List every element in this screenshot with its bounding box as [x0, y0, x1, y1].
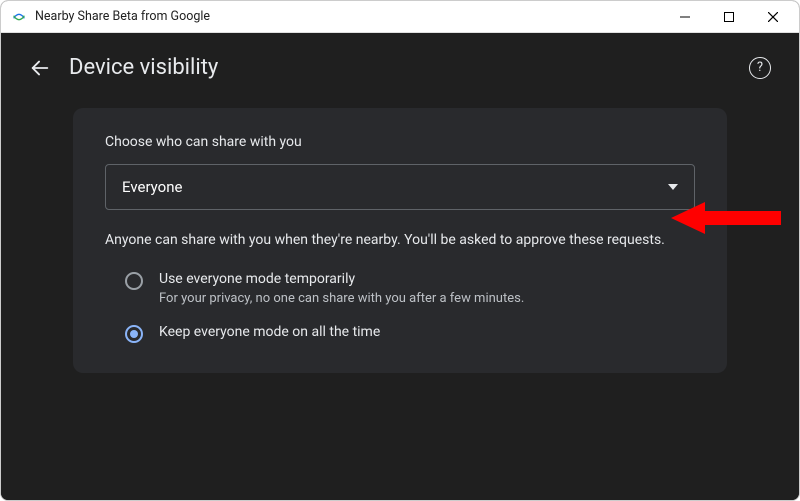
radio-label: Keep everyone mode on all the time — [159, 324, 380, 340]
radio-selected-dot — [130, 330, 138, 338]
visibility-dropdown[interactable]: Everyone — [105, 164, 695, 210]
app-window: Nearby Share Beta from Google — [0, 0, 800, 501]
chevron-down-icon — [668, 184, 678, 190]
window-controls — [663, 2, 795, 32]
radio-always[interactable]: Keep everyone mode on all the time — [125, 324, 695, 343]
radio-texts: Use everyone mode temporarily For your p… — [159, 271, 524, 306]
radio-temporary[interactable]: Use everyone mode temporarily For your p… — [125, 271, 695, 306]
window-title: Nearby Share Beta from Google — [35, 9, 210, 24]
dropdown-value: Everyone — [122, 178, 182, 196]
close-button[interactable] — [751, 2, 795, 32]
titlebar: Nearby Share Beta from Google — [1, 1, 799, 33]
back-button[interactable] — [29, 57, 51, 79]
radio-group: Use everyone mode temporarily For your p… — [125, 271, 695, 343]
page-header: Device visibility ? — [29, 55, 771, 80]
radio-icon — [125, 272, 143, 290]
titlebar-left: Nearby Share Beta from Google — [11, 9, 210, 25]
settings-card: Choose who can share with you Everyone A… — [73, 108, 727, 373]
radio-texts: Keep everyone mode on all the time — [159, 324, 380, 340]
header-left: Device visibility — [29, 55, 218, 80]
minimize-button[interactable] — [663, 2, 707, 32]
radio-sublabel: For your privacy, no one can share with … — [159, 291, 524, 306]
section-label: Choose who can share with you — [105, 134, 695, 150]
maximize-button[interactable] — [707, 2, 751, 32]
help-button[interactable]: ? — [749, 57, 771, 79]
radio-icon — [125, 325, 143, 343]
page-title: Device visibility — [69, 55, 218, 80]
nearby-share-icon — [11, 9, 27, 25]
content-area: Device visibility ? Choose who can share… — [1, 33, 799, 500]
visibility-description: Anyone can share with you when they're n… — [105, 230, 665, 251]
radio-label: Use everyone mode temporarily — [159, 271, 524, 287]
